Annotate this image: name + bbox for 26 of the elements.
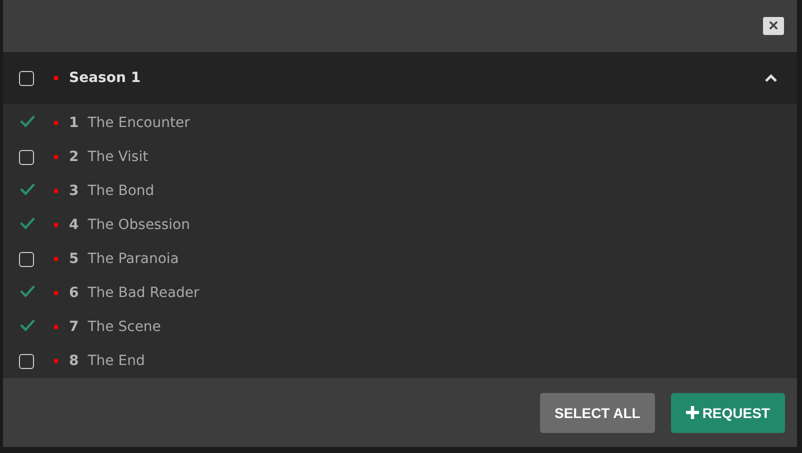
- plus-icon: [686, 406, 700, 420]
- checkbox[interactable]: [19, 70, 34, 86]
- episode-number: 8: [69, 353, 79, 370]
- episode-title: The Visit: [88, 149, 148, 166]
- checkbox[interactable]: [19, 252, 34, 267]
- episode-title: The Encounter: [88, 115, 190, 132]
- episode-number: 2: [69, 149, 79, 166]
- episode-number: 4: [69, 217, 79, 234]
- episode-number: 6: [69, 285, 79, 302]
- checkbox[interactable]: [19, 354, 34, 369]
- episode-title: The Scene: [88, 319, 161, 336]
- episode-number: 5: [69, 251, 79, 268]
- episode-title: The Bad Reader: [88, 285, 200, 302]
- select-all-button[interactable]: SELECT ALL: [540, 392, 656, 433]
- episode-number: 1: [69, 115, 79, 132]
- season-title: Season 1: [69, 70, 142, 86]
- episode-number: 7: [69, 319, 79, 336]
- episode-number: 3: [69, 183, 79, 200]
- checkbox[interactable]: [19, 150, 34, 165]
- episode-title: The Paranoia: [88, 251, 179, 268]
- chevron-icon[interactable]: [764, 74, 778, 83]
- request-button[interactable]: REQUEST: [671, 392, 785, 433]
- episode-title: The Bond: [88, 183, 154, 200]
- close-button[interactable]: ×: [763, 16, 784, 35]
- episode-title: The Obsession: [88, 217, 190, 234]
- episode-title: The End: [88, 353, 145, 370]
